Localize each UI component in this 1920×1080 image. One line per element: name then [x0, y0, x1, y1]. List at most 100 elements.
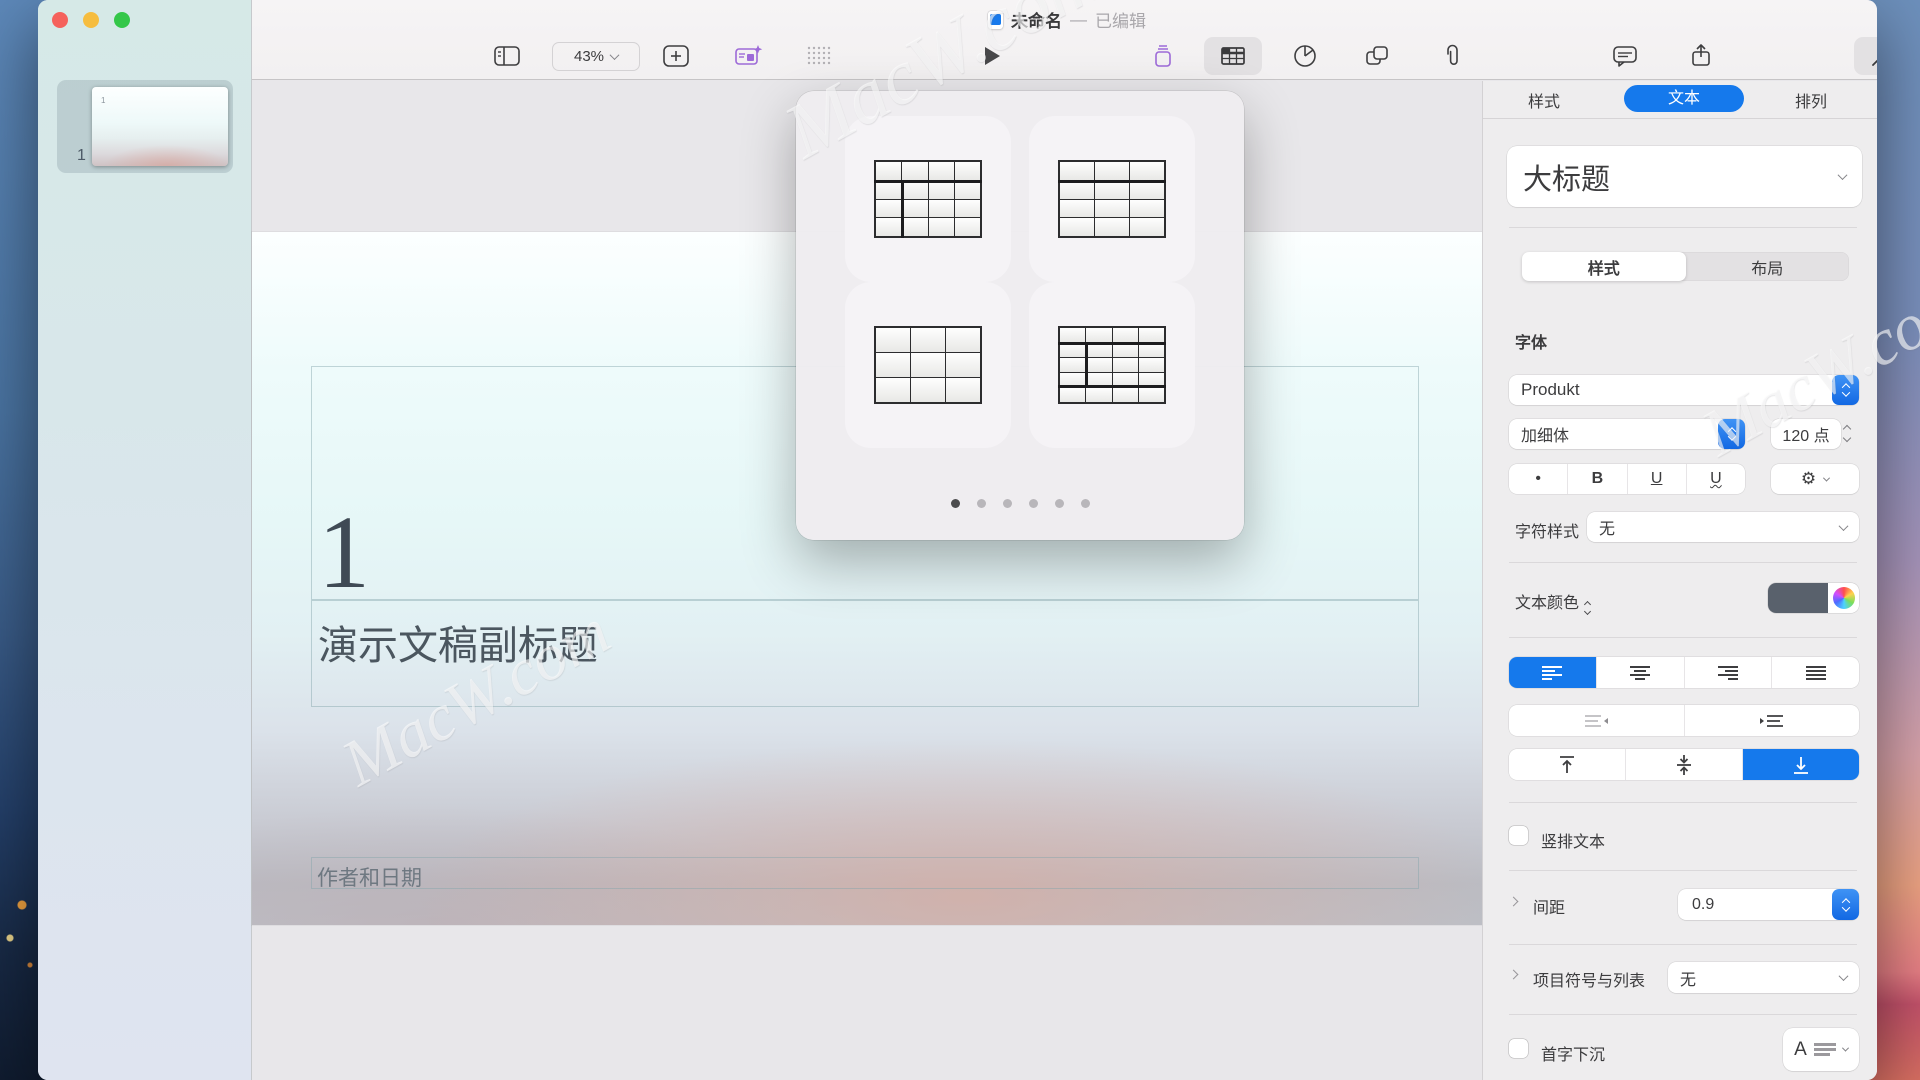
ai-writing-tools-button[interactable]: [733, 40, 765, 72]
text-color-swatch[interactable]: [1768, 583, 1828, 613]
media-attach-button[interactable]: [1436, 40, 1468, 72]
text-color-label: 文本颜色: [1515, 589, 1590, 614]
vertical-text-label: 竖排文本: [1541, 828, 1605, 852]
font-family-stepper[interactable]: [1832, 375, 1859, 405]
font-size-stepper[interactable]: [1844, 426, 1850, 441]
valign-top-button[interactable]: [1509, 749, 1626, 780]
slide-author-text: 作者和日期: [312, 858, 1418, 892]
table-icon: [1220, 45, 1246, 67]
share-button[interactable]: [1685, 40, 1717, 72]
font-weight-field[interactable]: 加细体: [1509, 419, 1745, 449]
slide-subtitle-text: 演示文稿副标题: [312, 601, 1418, 671]
page-dot-4[interactable]: [1029, 499, 1038, 508]
slide-navigator-sidebar: 1 1: [38, 0, 252, 1080]
tab-text[interactable]: 文本: [1624, 85, 1744, 112]
tab-style[interactable]: 样式: [1528, 88, 1560, 112]
page-dot-5[interactable]: [1055, 499, 1064, 508]
author-date-placeholder-box[interactable]: 作者和日期: [311, 857, 1419, 889]
align-left-icon: [1541, 665, 1563, 681]
table-style-header-row-column-footer[interactable]: [1029, 282, 1195, 448]
drop-cap-glyph: A: [1794, 1039, 1807, 1061]
format-button[interactable]: [1866, 40, 1877, 72]
page-dot-2[interactable]: [977, 499, 986, 508]
style-layout-segmented: 样式 布局: [1522, 252, 1849, 281]
spacing-disclosure-icon[interactable]: [1509, 897, 1519, 907]
page-dot-6[interactable]: [1081, 499, 1090, 508]
table-button[interactable]: [1217, 40, 1249, 72]
char-style-dropdown[interactable]: 无: [1587, 512, 1859, 542]
view-sidebar-button[interactable]: [491, 40, 523, 72]
close-button[interactable]: [52, 12, 68, 28]
tab-arrange[interactable]: 排列: [1795, 88, 1827, 112]
indent-icon: [1759, 714, 1785, 728]
zoom-level-button[interactable]: 43%: [552, 42, 640, 71]
table-style-4-thumbnail: [1058, 326, 1166, 404]
subtitle-placeholder-box[interactable]: 演示文稿副标题: [311, 600, 1419, 707]
bullets-disclosure-icon[interactable]: [1509, 970, 1519, 980]
paste-style-button[interactable]: [1147, 40, 1179, 72]
spacing-stepper[interactable]: [1832, 889, 1859, 920]
chevron-down-icon: [1839, 521, 1849, 531]
chart-button[interactable]: [1289, 40, 1321, 72]
vertical-text-checkbox[interactable]: [1509, 826, 1528, 845]
play-icon: [982, 45, 1002, 67]
underline-wavy-button[interactable]: U: [1687, 464, 1745, 494]
valign-middle-button[interactable]: [1626, 749, 1743, 780]
align-right-button[interactable]: [1685, 657, 1773, 688]
add-slide-button[interactable]: [660, 40, 692, 72]
valign-bottom-button[interactable]: [1743, 749, 1859, 780]
title-separator: —: [1070, 10, 1087, 30]
rearrange-grid-button[interactable]: [803, 40, 835, 72]
drop-cap-lines-icon: [1814, 1043, 1836, 1056]
color-wheel-button[interactable]: [1828, 587, 1859, 609]
table-style-header-row-and-column[interactable]: [845, 116, 1011, 282]
bullets-dropdown[interactable]: 无: [1668, 962, 1859, 993]
comment-button[interactable]: [1609, 40, 1641, 72]
shape-button[interactable]: [1361, 40, 1393, 72]
italic-unavailable-button[interactable]: •: [1509, 464, 1568, 494]
shapes-icon: [1364, 44, 1390, 68]
fullscreen-button[interactable]: [114, 12, 130, 28]
paragraph-style-dropdown[interactable]: 大标题: [1507, 146, 1862, 207]
table-style-3-thumbnail: [874, 326, 982, 404]
align-center-icon: [1629, 665, 1651, 681]
share-icon: [1689, 43, 1713, 69]
segment-style[interactable]: 样式: [1522, 252, 1686, 281]
align-left-button[interactable]: [1509, 657, 1597, 688]
ai-writing-tools-icon: [734, 43, 764, 69]
text-color-control: [1768, 583, 1859, 613]
divider: [1509, 562, 1857, 563]
page-dot-3[interactable]: [1003, 499, 1012, 508]
char-style-label: 字符样式: [1515, 518, 1579, 542]
divider: [1509, 944, 1857, 945]
table-style-header-row[interactable]: [1029, 116, 1195, 282]
font-size-value: 120 点: [1782, 422, 1829, 446]
segment-layout[interactable]: 布局: [1686, 252, 1850, 281]
align-center-button[interactable]: [1597, 657, 1685, 688]
bold-button[interactable]: B: [1568, 464, 1627, 494]
table-styles-popover: [796, 91, 1244, 540]
advanced-options-button[interactable]: ⚙: [1771, 464, 1859, 494]
format-inspector: 样式 文本 排列 大标题 样式 布局 字体 Produkt 加细体 120 点 …: [1482, 81, 1877, 1080]
font-style-buttons: • B U U: [1509, 464, 1745, 494]
slide-thumbnail-selected[interactable]: 1 1: [57, 80, 233, 173]
view-sidebar-icon: [494, 45, 520, 67]
font-size-field[interactable]: 120 点: [1771, 419, 1841, 449]
slide-thumbnail-image[interactable]: 1: [92, 87, 228, 166]
minimize-button[interactable]: [83, 12, 99, 28]
font-family-field[interactable]: Produkt: [1509, 375, 1859, 405]
underline-button[interactable]: U: [1628, 464, 1687, 494]
drop-cap-style-dropdown[interactable]: A: [1783, 1028, 1859, 1071]
outdent-button[interactable]: [1509, 705, 1685, 736]
format-brush-icon: [1869, 43, 1877, 69]
drop-cap-checkbox[interactable]: [1509, 1039, 1528, 1058]
indent-button[interactable]: [1685, 705, 1860, 736]
font-weight-stepper[interactable]: [1718, 419, 1745, 449]
align-justify-button[interactable]: [1772, 657, 1859, 688]
table-style-plain[interactable]: [845, 282, 1011, 448]
color-wheel-icon: [1833, 587, 1855, 609]
spacing-stepper-field[interactable]: 0.9: [1678, 889, 1859, 920]
play-button[interactable]: [976, 40, 1008, 72]
font-weight-value: 加细体: [1521, 422, 1569, 446]
page-dot-1[interactable]: [951, 499, 960, 508]
